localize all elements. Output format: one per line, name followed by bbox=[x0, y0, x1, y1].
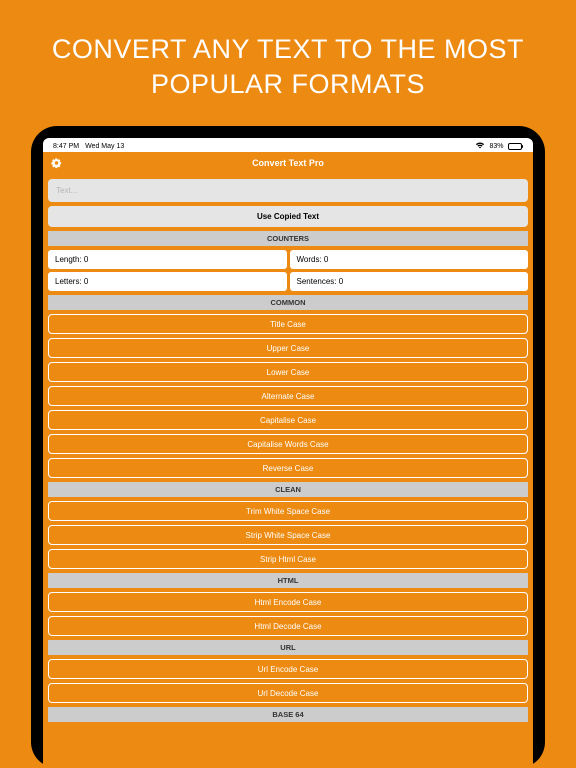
op-url-encode[interactable]: Url Encode Case bbox=[48, 659, 528, 679]
section-header-clean: CLEAN bbox=[48, 482, 528, 497]
tablet-frame: 8:47 PM Wed May 13 83% Convert Text Pro … bbox=[31, 126, 545, 768]
counters-grid: Length: 0 Words: 0 Letters: 0 Sentences:… bbox=[48, 250, 528, 291]
use-copied-button[interactable]: Use Copied Text bbox=[48, 206, 528, 227]
op-url-decode[interactable]: Url Decode Case bbox=[48, 683, 528, 703]
section-header-url: URL bbox=[48, 640, 528, 655]
op-alternate-case[interactable]: Alternate Case bbox=[48, 386, 528, 406]
counter-letters: Letters: 0 bbox=[48, 272, 287, 291]
counter-length: Length: 0 bbox=[48, 250, 287, 269]
section-header-base64: BASE 64 bbox=[48, 707, 528, 722]
status-time: 8:47 PM bbox=[53, 143, 79, 150]
op-trim-whitespace[interactable]: Trim White Space Case bbox=[48, 501, 528, 521]
op-strip-whitespace[interactable]: Strip White Space Case bbox=[48, 525, 528, 545]
op-html-decode[interactable]: Html Decode Case bbox=[48, 616, 528, 636]
op-lower-case[interactable]: Lower Case bbox=[48, 362, 528, 382]
counter-sentences: Sentences: 0 bbox=[290, 272, 529, 291]
op-capitalise-words-case[interactable]: Capitalise Words Case bbox=[48, 434, 528, 454]
op-upper-case[interactable]: Upper Case bbox=[48, 338, 528, 358]
app-title: Convert Text Pro bbox=[252, 158, 324, 168]
promo-heading: CONVERT ANY TEXT TO THE MOST POPULAR FOR… bbox=[0, 0, 576, 126]
status-bar: 8:47 PM Wed May 13 83% bbox=[43, 138, 533, 152]
op-title-case[interactable]: Title Case bbox=[48, 314, 528, 334]
op-html-encode[interactable]: Html Encode Case bbox=[48, 592, 528, 612]
text-input[interactable]: Text... bbox=[48, 179, 528, 202]
section-header-counters: COUNTERS bbox=[48, 231, 528, 246]
screen: 8:47 PM Wed May 13 83% Convert Text Pro … bbox=[43, 138, 533, 768]
status-date: Wed May 13 bbox=[85, 143, 124, 150]
gear-icon[interactable] bbox=[51, 158, 62, 169]
op-capitalise-case[interactable]: Capitalise Case bbox=[48, 410, 528, 430]
op-strip-html[interactable]: Strip Html Case bbox=[48, 549, 528, 569]
battery-icon bbox=[508, 143, 524, 150]
section-header-html: HTML bbox=[48, 573, 528, 588]
op-reverse-case[interactable]: Reverse Case bbox=[48, 458, 528, 478]
battery-percent: 83% bbox=[489, 143, 503, 150]
section-header-common: COMMON bbox=[48, 295, 528, 310]
content-area: Text... Use Copied Text COUNTERS Length:… bbox=[43, 174, 533, 768]
app-header: Convert Text Pro bbox=[43, 152, 533, 174]
wifi-icon bbox=[475, 141, 485, 151]
counter-words: Words: 0 bbox=[290, 250, 529, 269]
